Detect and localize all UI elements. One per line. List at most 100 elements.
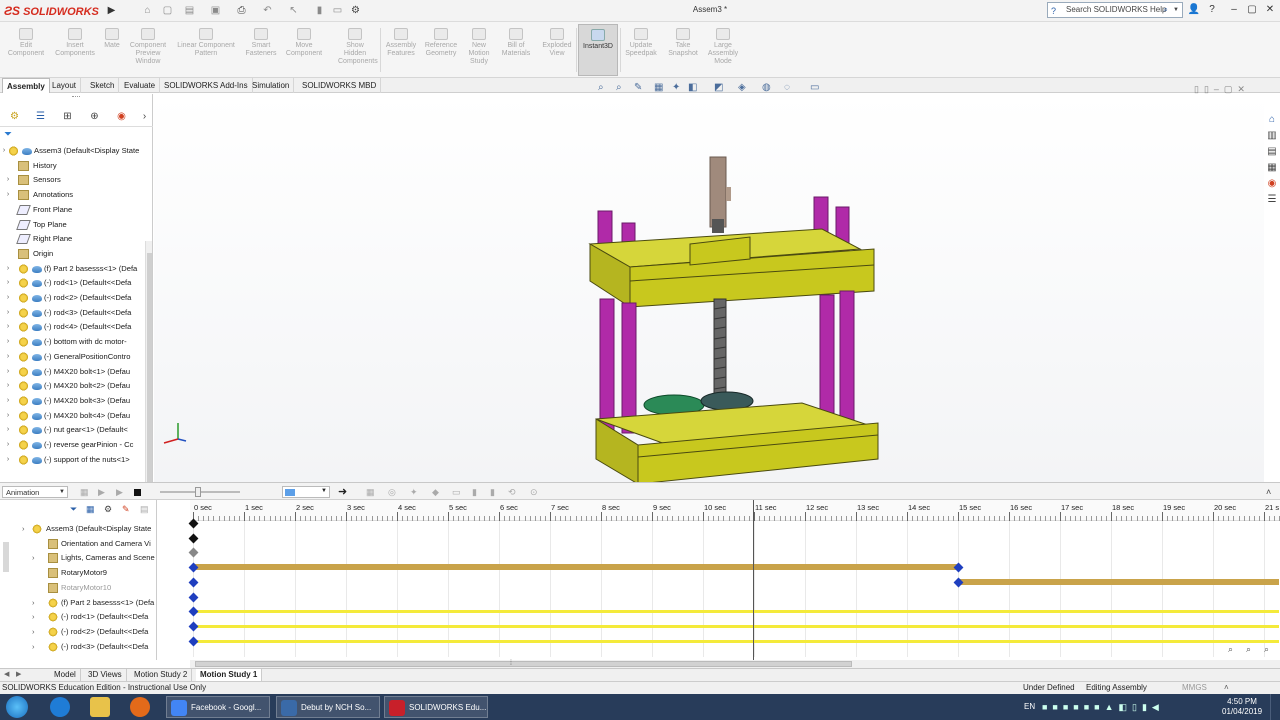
viewport-window-controls[interactable]: ▯ ▯ – ▢ ✕ xyxy=(1194,84,1245,95)
tab-model[interactable]: Model xyxy=(50,669,81,681)
keypoint[interactable] xyxy=(188,606,199,617)
timeline-bar[interactable] xyxy=(193,639,1280,643)
tree-item[interactable]: › (-) support of the nuts<1> xyxy=(0,453,146,467)
play-icon[interactable]: ▶ xyxy=(116,487,123,498)
search-icon[interactable]: ⌕ xyxy=(1164,3,1168,17)
tree-item[interactable]: › Sensors xyxy=(0,173,146,187)
contact-icon[interactable]: ⊙ xyxy=(530,487,538,498)
start-button[interactable] xyxy=(6,696,28,718)
cmd-instant3d-button[interactable]: Instant3D xyxy=(578,24,618,76)
chevron-right-icon[interactable]: › xyxy=(137,110,152,124)
expand-arrow-icon[interactable]: › xyxy=(4,409,12,423)
expand-menu-icon[interactable]: ▶ xyxy=(104,3,119,18)
tree-item[interactable]: Right Plane xyxy=(0,232,146,246)
motion-tree-item[interactable]: › (f) Part 2 basesss<1> (Defa xyxy=(0,596,155,610)
help-icon[interactable]: ? xyxy=(1204,3,1220,17)
timeline-bar[interactable] xyxy=(193,624,1280,628)
motion-tree-item[interactable]: › (-) rod<2> (Default<<Defa xyxy=(0,625,155,639)
tab-motion-study-1[interactable]: Motion Study 1 xyxy=(196,669,263,681)
unit-system[interactable]: MMGS xyxy=(1182,682,1207,694)
configuration-tab-icon[interactable]: ⊞ xyxy=(60,110,75,124)
filter-animated-icon[interactable]: ⏷ xyxy=(70,504,77,515)
expand-arrow-icon[interactable]: › xyxy=(32,625,35,639)
tree-item[interactable]: › (-) reverse gearPinion - Cc xyxy=(0,438,146,452)
motion-tree-scrollbar[interactable] xyxy=(3,542,9,572)
keypoint[interactable] xyxy=(188,547,199,558)
collapse-tree-icon[interactable]: ▤ xyxy=(140,504,149,515)
tree-item[interactable]: Top Plane xyxy=(0,218,146,232)
user-icon[interactable]: 👤 xyxy=(1186,3,1202,17)
expand-arrow-icon[interactable]: › xyxy=(32,640,35,654)
timeline-bar[interactable] xyxy=(193,610,1280,614)
status-up-icon[interactable]: ˄ xyxy=(1224,682,1229,694)
cmd-large-assembly-mode-button[interactable]: Large Assembly Mode xyxy=(704,24,742,76)
playback-mode-icon[interactable]: ➜ xyxy=(338,485,347,498)
motion-tree-item[interactable]: › Assem3 (Default<Display State xyxy=(0,522,155,536)
keypoint[interactable] xyxy=(188,636,199,647)
timeline-scrollbar[interactable]: ⁞ xyxy=(190,660,1280,668)
panel-splitter[interactable] xyxy=(72,96,80,100)
undo-icon[interactable]: ↶ xyxy=(260,3,275,18)
damper-icon[interactable]: ▮ xyxy=(490,487,495,498)
taskbar-app-facebook[interactable]: Facebook - Googl... xyxy=(166,696,270,718)
motor-icon[interactable]: ▭ xyxy=(452,487,461,498)
expand-arrow-icon[interactable]: › xyxy=(4,262,12,276)
press-assembly-model[interactable] xyxy=(582,149,884,489)
calculate-icon[interactable]: ▦ xyxy=(80,487,89,498)
tab-sketch[interactable]: Sketch xyxy=(86,78,120,93)
motion-tree-item[interactable]: Orientation and Camera Vi xyxy=(0,537,155,551)
cmd-new-motion-study-button[interactable]: New Motion Study xyxy=(464,24,494,76)
force-icon[interactable]: ⟲ xyxy=(508,487,516,498)
expand-arrow-icon[interactable]: › xyxy=(4,173,12,187)
cmd-insert-components-button[interactable]: Insert Components xyxy=(54,24,96,76)
previous-view-icon[interactable]: ✎ xyxy=(634,82,642,93)
expand-arrow-icon[interactable]: › xyxy=(4,379,12,393)
tree-item[interactable]: › (-) M4X20 bolt<1> (Defau xyxy=(0,365,146,379)
custom-properties-icon[interactable]: ☰ xyxy=(1266,194,1278,206)
close-button[interactable]: ✕ xyxy=(1262,3,1278,17)
tab-scroll-right-icon[interactable]: ▶ xyxy=(16,670,21,678)
clock[interactable]: 4:50 PM 01/04/2019 xyxy=(1222,697,1262,717)
tree-item[interactable]: › (-) GeneralPositionContro xyxy=(0,350,146,364)
print-icon[interactable]: ⎙ xyxy=(234,3,249,18)
options-gear-icon[interactable]: ⚙ xyxy=(348,3,363,18)
cmd-show-hidden-components-button[interactable]: Show Hidden Components xyxy=(338,24,378,76)
zoom-to-fit-timeline-icon[interactable]: ⌕ xyxy=(1264,644,1269,655)
zoom-to-fit-icon[interactable]: ⌕ xyxy=(598,82,604,93)
tree-item[interactable]: Front Plane xyxy=(0,203,146,217)
keypoint[interactable] xyxy=(188,577,199,588)
expand-arrow-icon[interactable]: › xyxy=(4,453,12,467)
cmd-linear-component-pattern-button[interactable]: Linear Component Pattern xyxy=(172,24,240,76)
filter-icon[interactable]: ⏷ xyxy=(4,129,12,140)
view-palette-icon[interactable]: ▦ xyxy=(1266,162,1278,174)
keypoint[interactable] xyxy=(188,621,199,632)
play-from-start-icon[interactable]: ▶ xyxy=(98,487,105,498)
hide-show-items-icon[interactable]: ◈ xyxy=(738,82,746,93)
save-animation-icon[interactable]: ▦ xyxy=(366,487,375,498)
tree-item[interactable]: › Assem3 (Default<Display State xyxy=(0,144,146,158)
time-ruler[interactable]: 0 sec 1 sec 2 sec 3 sec 4 sec 5 sec 6 sec 7 sec… xyxy=(190,500,1280,521)
view-settings-icon[interactable]: ▭ xyxy=(810,82,819,93)
tree-item[interactable]: › (f) Part 2 basesss<1> (Defa xyxy=(0,262,146,276)
tree-item[interactable]: › (-) M4X20 bolt<4> (Defau xyxy=(0,409,146,423)
expand-arrow-icon[interactable]: › xyxy=(4,291,12,305)
tab-scroll-left-icon[interactable]: ◀ xyxy=(4,670,9,678)
select-icon[interactable]: ↖ xyxy=(286,3,301,18)
feature-tree-tab-icon[interactable]: ⚙ xyxy=(7,110,22,124)
tree-item[interactable]: › (-) rod<4> (Default<<Defa xyxy=(0,320,146,334)
playback-speed-select[interactable]: ▼ xyxy=(282,486,330,498)
dynamic-annotation-icon[interactable]: ✦ xyxy=(672,82,680,93)
motion-tree-item[interactable]: › Lights, Cameras and Scene xyxy=(0,551,155,565)
motion-tree-item[interactable]: RotaryMotor10 xyxy=(0,581,155,595)
display-style-icon[interactable]: ◩ xyxy=(714,82,723,93)
edit-appearance-icon[interactable]: ◍ xyxy=(762,82,771,93)
search-input[interactable]: ? Search SOLIDWORKS Help ⌕ ▼ xyxy=(1047,2,1183,18)
tree-item[interactable]: › Annotations xyxy=(0,188,146,202)
expand-arrow-icon[interactable]: › xyxy=(4,188,12,202)
maximize-button[interactable]: ▢ xyxy=(1244,3,1260,17)
expand-arrow-icon[interactable]: › xyxy=(4,320,12,334)
study-type-select[interactable]: Animation ▼ xyxy=(2,486,68,498)
keypoint[interactable] xyxy=(188,592,199,602)
filter-driving-icon[interactable]: ▦ xyxy=(86,504,95,515)
cmd-edit-component-button[interactable]: Edit Component xyxy=(6,24,46,76)
